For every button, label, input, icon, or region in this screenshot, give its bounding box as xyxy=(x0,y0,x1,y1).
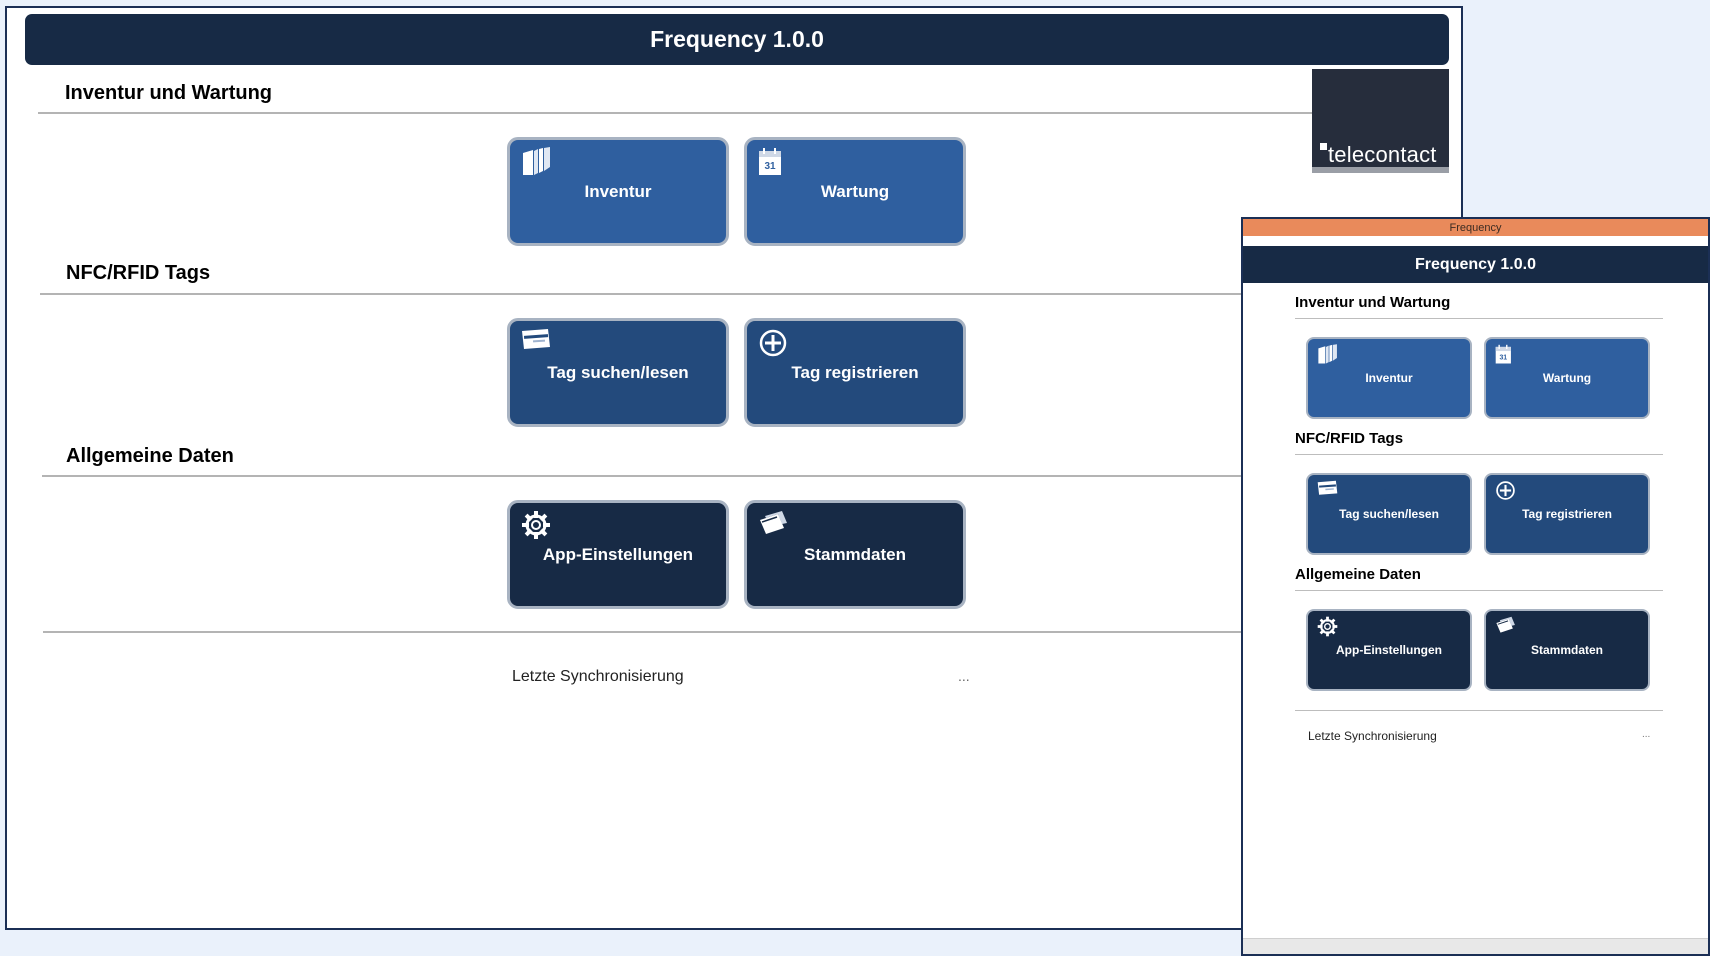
tag-register-label: Tag registrieren xyxy=(1522,507,1612,521)
calendar-icon: 31 xyxy=(758,147,784,182)
logo-text: telecontact xyxy=(1328,142,1437,167)
wartung-button[interactable]: 31 Wartung xyxy=(1484,337,1650,419)
gear-icon xyxy=(1317,616,1338,640)
master-data-label: Stammdaten xyxy=(803,544,907,564)
wartung-label: Wartung xyxy=(1542,371,1592,385)
section-divider xyxy=(40,293,1249,295)
tag-register-label: Tag registrieren xyxy=(791,362,919,382)
last-sync-label: Letzte Synchronisierung xyxy=(1308,729,1437,743)
tag-search-label: Tag suchen/lesen xyxy=(1339,507,1439,521)
section-divider xyxy=(38,112,1348,114)
wartung-label: Wartung xyxy=(820,181,890,201)
app-settings-label: App-Einstellungen xyxy=(542,544,694,564)
book-icon xyxy=(1317,344,1339,368)
card-icon xyxy=(521,328,551,357)
section-title-general: Allgemeine Daten xyxy=(1295,566,1421,583)
master-data-button[interactable]: Stammdaten xyxy=(1484,609,1650,691)
last-sync-label: Letzte Synchronisierung xyxy=(512,668,684,685)
app-settings-button[interactable]: App-Einstellungen xyxy=(507,500,729,609)
plus-circle-icon xyxy=(758,328,788,363)
window-titlebar[interactable]: Frequency xyxy=(1243,219,1708,236)
app-settings-button[interactable]: App-Einstellungen xyxy=(1306,609,1472,691)
calendar-icon: 31 xyxy=(1495,344,1513,368)
book-icon xyxy=(521,147,553,182)
tag-search-button[interactable]: Tag suchen/lesen xyxy=(1306,473,1472,555)
inventur-label: Inventur xyxy=(584,181,652,201)
calendar-day: 31 xyxy=(1499,354,1507,361)
app-header: Frequency 1.0.0 xyxy=(1243,246,1708,283)
footer-divider xyxy=(43,631,1249,633)
tag-register-button[interactable]: Tag registrieren xyxy=(744,318,966,427)
window-title: Frequency xyxy=(1449,221,1502,234)
window-bottom-bar xyxy=(1243,938,1708,954)
section-divider xyxy=(1295,590,1663,591)
telecontact-logo: telecontact xyxy=(1312,69,1449,173)
preview-window: Frequency Frequency 1.0.0 Inventur und W… xyxy=(1241,217,1710,956)
section-title-tags: NFC/RFID Tags xyxy=(66,262,211,284)
last-sync-value: ... xyxy=(1642,729,1651,740)
app-header: Frequency 1.0.0 xyxy=(25,14,1449,65)
inventur-button[interactable]: Inventur xyxy=(1306,337,1472,419)
app-header-title: Frequency 1.0.0 xyxy=(650,26,824,52)
app-settings-label: App-Einstellungen xyxy=(1336,643,1442,657)
tag-register-button[interactable]: Tag registrieren xyxy=(1484,473,1650,555)
wartung-button[interactable]: 31 Wartung xyxy=(744,137,966,246)
tag-search-button[interactable]: Tag suchen/lesen xyxy=(507,318,729,427)
gear-icon xyxy=(521,510,551,545)
inventur-label: Inventur xyxy=(1365,371,1413,385)
master-data-button[interactable]: Stammdaten xyxy=(744,500,966,609)
section-title-inventory: Inventur und Wartung xyxy=(1295,294,1451,311)
section-divider xyxy=(42,475,1249,477)
section-title-inventory: Inventur und Wartung xyxy=(65,82,273,104)
section-title-tags: NFC/RFID Tags xyxy=(1295,430,1404,447)
last-sync-value: ... xyxy=(958,668,970,684)
master-data-label: Stammdaten xyxy=(1530,643,1604,657)
card-icon xyxy=(1317,480,1338,500)
plus-circle-icon xyxy=(1495,480,1516,504)
section-divider xyxy=(1295,454,1663,455)
footer-divider xyxy=(1295,710,1663,711)
section-divider xyxy=(1295,318,1663,319)
cards-icon xyxy=(758,510,790,541)
section-title-general: Allgemeine Daten xyxy=(66,445,234,467)
calendar-day: 31 xyxy=(764,161,776,172)
cards-icon xyxy=(1495,616,1517,637)
inventur-button[interactable]: Inventur xyxy=(507,137,729,246)
tag-search-label: Tag suchen/lesen xyxy=(547,362,689,382)
app-header-title: Frequency 1.0.0 xyxy=(1415,255,1536,273)
